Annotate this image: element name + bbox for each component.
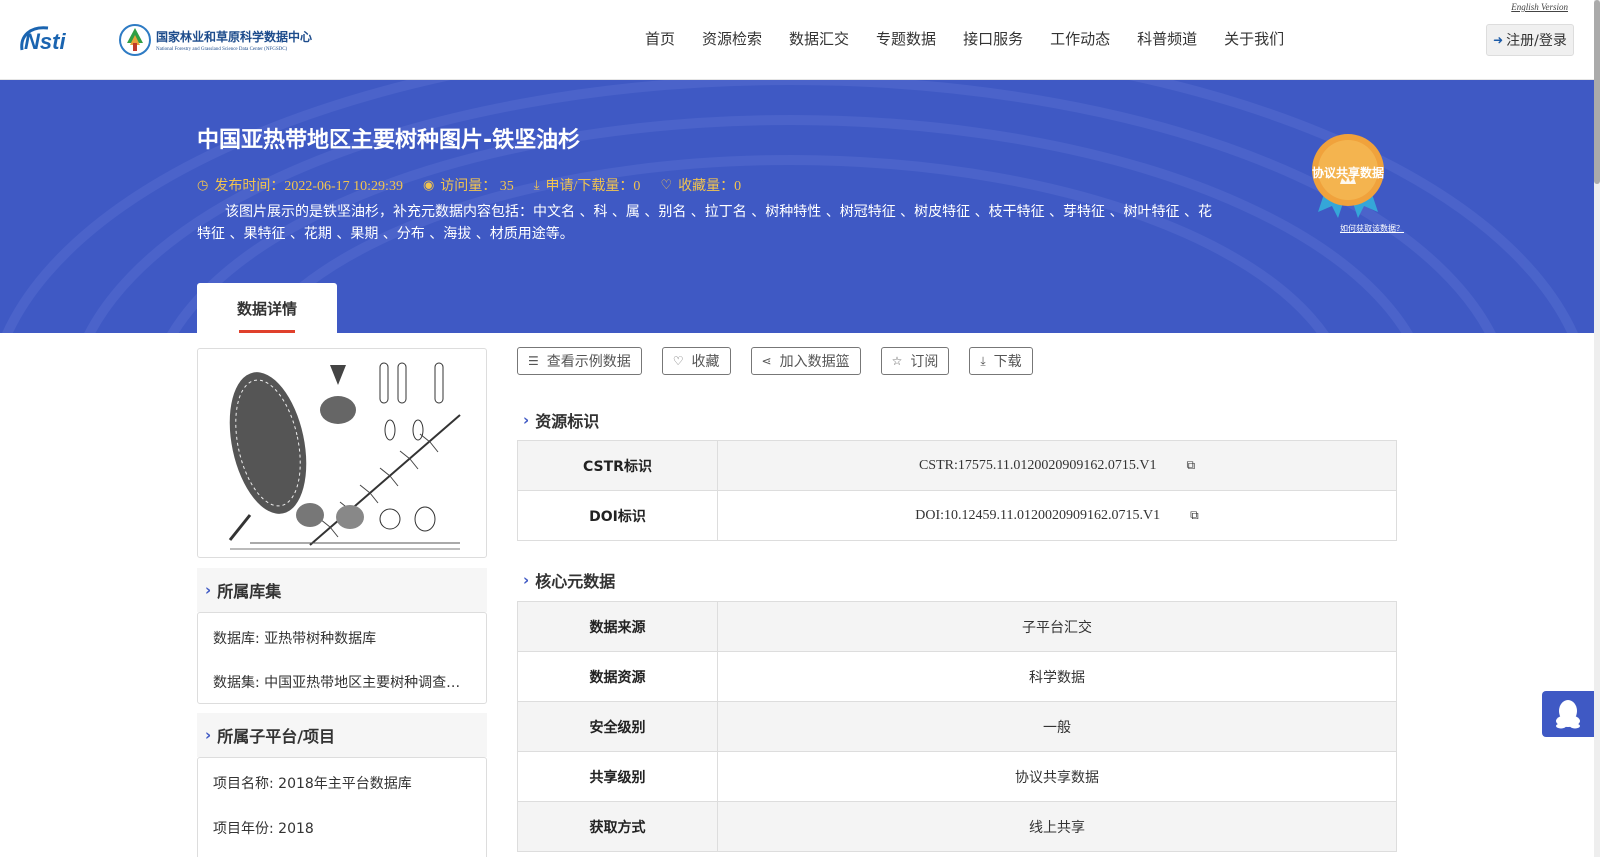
table-row: 共享级别 协议共享数据 (517, 751, 1397, 802)
download-button[interactable]: ⤓ 下载 (969, 347, 1033, 375)
star-icon: ☆ (891, 354, 903, 368)
nsti-logo[interactable]: Nsti (18, 22, 98, 56)
cstr-value: CSTR:17575.11.0120020909162.0715.V1 ⧉ (717, 440, 1397, 491)
library-heading: › 所属库集 (197, 568, 487, 612)
dataset-banner: 中国亚热带地区主要树种图片-铁坚油杉 ◷ 发布时间：2022-06-17 10:2… (0, 80, 1594, 333)
copy-icon[interactable]: ⧉ (1186, 458, 1195, 473)
meta-key: 数据资源 (517, 651, 718, 702)
download-count: ⤓ 申请/下载量：0 (533, 177, 641, 195)
emblem-icon (119, 24, 151, 56)
dataset-link[interactable]: 数据集: 中国亚热带地区主要树种调查数据集 (213, 672, 463, 692)
dataset-description: 该图片展示的是铁坚油杉，补充元数据内容包括：中文名 、科 、属 、别名 、拉丁名… (197, 204, 1212, 242)
how-to-get-data-link[interactable]: 如何获取该数据？ (1340, 223, 1404, 234)
database-link[interactable]: 数据库: 亚热带树种数据库 (213, 628, 463, 648)
favorite-button[interactable]: ♡ 收藏 (661, 347, 731, 375)
library-panel: 数据库: 亚热带树种数据库 数据集: 中国亚热带地区主要树种调查数据集 (197, 612, 487, 704)
qq-penguin-icon (1556, 700, 1580, 729)
clock-icon: ◷ (197, 177, 209, 193)
english-version-link[interactable]: English Version (1511, 2, 1568, 12)
org-name-cn: 国家林业和草原科学数据中心 (156, 30, 313, 44)
project-panel: 项目名称: 2018年主平台数据库 项目年份: 2018 (197, 757, 487, 857)
view-sample-button[interactable]: ☰ 查看示例数据 (517, 347, 642, 375)
nav-home[interactable]: 首页 (645, 28, 675, 49)
meta-key: 数据来源 (517, 601, 718, 652)
chevron-right-icon: › (205, 581, 212, 599)
project-heading: › 所属子平台/项目 (197, 713, 487, 757)
page-scrollbar[interactable] (1594, 0, 1600, 857)
resource-id-table: CSTR标识 CSTR:17575.11.0120020909162.0715.… (517, 440, 1397, 541)
meta-key: 获取方式 (517, 801, 718, 852)
nav-topic-data[interactable]: 专题数据 (876, 28, 936, 49)
top-header: Nsti 国家林业和草原科学数据中心 National Forestry and… (0, 0, 1600, 80)
table-row: CSTR标识 CSTR:17575.11.0120020909162.0715.… (517, 440, 1397, 491)
meta-value: 线上共享 (717, 801, 1397, 852)
meta-value: 科学数据 (717, 651, 1397, 702)
action-toolbar: ☰ 查看示例数据 ♡ 收藏 ⋖ 加入数据篮 ☆ 订阅 ⤓ 下载 (517, 347, 1053, 375)
chevron-right-icon: › (523, 411, 530, 429)
tree-illustration-image (228, 362, 461, 550)
doi-key: DOI标识 (517, 490, 718, 541)
database-icon: ☰ (528, 354, 539, 368)
chevron-right-icon: › (523, 571, 530, 589)
doi-value: DOI:10.12459.11.0120020909162.0715.V1 ⧉ (717, 490, 1397, 541)
meta-key: 安全级别 (517, 701, 718, 752)
table-row: 数据来源 子平台汇交 (517, 601, 1397, 652)
nav-data-submission[interactable]: 数据汇交 (789, 28, 849, 49)
qq-chat-button[interactable] (1542, 691, 1594, 737)
meta-value: 一般 (717, 701, 1397, 752)
core-meta-table: 数据来源 子平台汇交 数据资源 科学数据 安全级别 一般 共享级别 协议共享数据… (517, 601, 1397, 852)
meta-key: 共享级别 (517, 751, 718, 802)
table-row: DOI标识 DOI:10.12459.11.0120020909162.0715… (517, 490, 1397, 541)
subscribe-button[interactable]: ☆ 订阅 (880, 347, 950, 375)
nav-news[interactable]: 工作动态 (1050, 28, 1110, 49)
nfgsdc-logo[interactable]: 国家林业和草原科学数据中心 National Forestry and Gras… (118, 20, 338, 60)
resource-id-heading: › 资源标识 (523, 411, 600, 431)
core-meta-heading: › 核心元数据 (523, 571, 616, 591)
main-nav: 首页 资源检索 数据汇交 专题数据 接口服务 工作动态 科普频道 关于我们 (645, 28, 1311, 49)
nav-api-service[interactable]: 接口服务 (963, 28, 1023, 49)
project-name: 项目名称: 2018年主平台数据库 (213, 776, 412, 792)
login-button[interactable]: ➜ 注册/登录 (1486, 24, 1574, 56)
add-to-basket-button[interactable]: ⋖ 加入数据篮 (750, 347, 861, 375)
meta-value: 协议共享数据 (717, 751, 1397, 802)
heart-icon: ♡ (660, 177, 673, 193)
chevron-right-icon: › (205, 726, 212, 744)
nav-about[interactable]: 关于我们 (1224, 28, 1284, 49)
publish-time: ◷ 发布时间：2022-06-17 10:29:39 (197, 177, 403, 195)
sign-in-icon: ➜ (1493, 33, 1504, 47)
meta-value: 子平台汇交 (717, 601, 1397, 652)
download-icon: ⤓ (533, 177, 540, 193)
dataset-title: 中国亚热带地区主要树种图片-铁坚油杉 (197, 128, 581, 153)
nav-resource-search[interactable]: 资源检索 (702, 28, 762, 49)
copy-icon[interactable]: ⧉ (1190, 508, 1199, 523)
active-tab-indicator (239, 330, 295, 333)
table-row: 数据资源 科学数据 (517, 651, 1397, 702)
share-icon: ⋖ (761, 354, 772, 368)
org-name-en: National Forestry and Grassland Science … (156, 47, 288, 52)
cstr-key: CSTR标识 (517, 440, 718, 491)
table-row: 安全级别 一般 (517, 701, 1397, 752)
badge-label: 协议共享数据 (1311, 166, 1384, 180)
download-icon: ⤓ (980, 353, 986, 368)
nav-science-channel[interactable]: 科普频道 (1137, 28, 1197, 49)
project-year: 项目年份: 2018 (213, 821, 314, 837)
eye-icon: ◉ (422, 177, 435, 193)
scrollbar-thumb[interactable] (1594, 0, 1600, 184)
dataset-meta: ◷ 发布时间：2022-06-17 10:29:39 ◉ 访问量： 35 ⤓ 申请/下… (197, 175, 761, 195)
login-label: 注册/登录 (1506, 33, 1567, 49)
visit-count: ◉ 访问量： 35 (422, 177, 514, 195)
svg-text:Nsti: Nsti (24, 29, 66, 54)
heart-icon: ♡ (672, 354, 684, 368)
table-row: 获取方式 线上共享 (517, 801, 1397, 852)
tab-data-details[interactable]: 数据详情 (197, 283, 337, 333)
dataset-thumbnail[interactable] (197, 348, 487, 558)
favorite-count: ♡ 收藏量：0 (660, 177, 742, 195)
